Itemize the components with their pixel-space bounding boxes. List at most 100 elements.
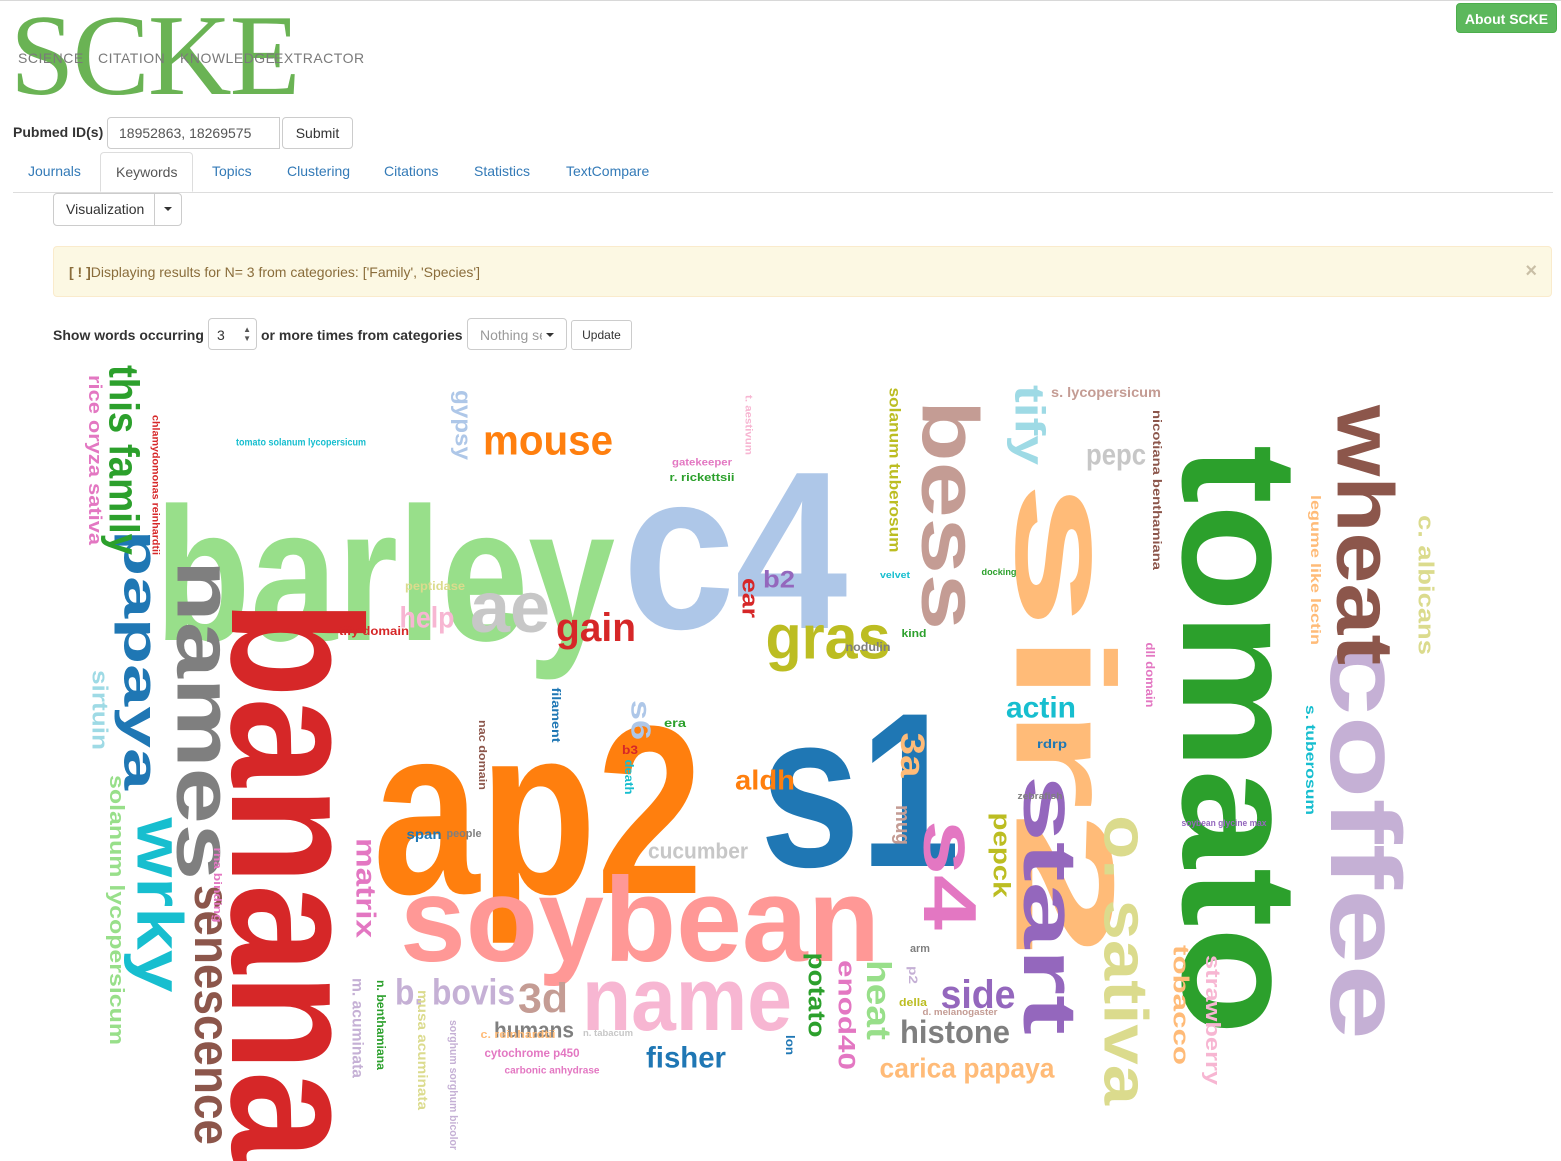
word-15: o. sativa [1091, 815, 1160, 1106]
word-61: t. aestivum [743, 395, 754, 455]
word-23: tify [1007, 385, 1054, 466]
tab-topics[interactable]: Topics [197, 152, 267, 190]
close-icon[interactable]: × [1525, 260, 1537, 283]
word-50: legume like lectin [1308, 495, 1324, 645]
chevron-down-icon [546, 333, 554, 337]
word-20: ae [470, 568, 550, 648]
logo-word-citation: CITATION [98, 50, 166, 66]
logo-word-science: SCIENCE [18, 50, 84, 66]
word-41: pepc [1086, 439, 1146, 472]
word-47: tobacco [1169, 945, 1194, 1065]
word-58: rice oryza sativa [85, 375, 105, 546]
word-70: nac domain [476, 720, 488, 790]
word-64: peptidase [405, 579, 465, 593]
update-button[interactable]: Update [571, 320, 632, 350]
pubmed-ids-input[interactable] [107, 117, 280, 149]
tab-textcompare[interactable]: TextCompare [551, 152, 664, 190]
main-tabs: Journals Keywords Topics Clustering Cita… [13, 152, 1553, 193]
word-76: n. benthamiana [374, 980, 388, 1070]
word-75: people [447, 828, 482, 840]
word-52: gypsy [451, 390, 476, 461]
logo-word-knowledge: KNOWLEDGE [180, 50, 276, 66]
word-94: d. melanogaster [923, 1007, 999, 1017]
occurrence-count-stepper[interactable]: 3 ▲ ▼ [208, 318, 257, 350]
word-71: era [664, 716, 686, 730]
tab-journals[interactable]: Journals [13, 152, 96, 190]
word-45: ear [738, 578, 763, 619]
word-87: p2 [906, 966, 920, 984]
chevron-down-icon[interactable] [154, 194, 181, 225]
word-55: nicotiana benthamiana [1150, 410, 1164, 570]
tab-keywords[interactable]: Keywords [100, 152, 194, 192]
word-78: musa acuminata [415, 990, 431, 1110]
word-62: gatekeeper [672, 458, 732, 469]
word-36: aldh [735, 765, 795, 796]
word-89: dll domain [1143, 643, 1157, 708]
tab-citations[interactable]: Citations [369, 152, 453, 190]
about-scke-button[interactable]: About SCKE [1456, 3, 1557, 33]
alert-message: Displaying results for N= 3 from categor… [90, 264, 480, 280]
word-46: mug [891, 805, 913, 845]
word-27: fisher [646, 1042, 726, 1075]
scke-logo: SCKE SCIENCE CITATION KNOWLEDGE EXTRACTO… [10, 0, 364, 114]
word-90: zebrafish [1018, 791, 1063, 801]
info-alert: [ ! ]Displaying results for N= 3 from ca… [53, 246, 1552, 297]
word-49: c. albicans [1414, 515, 1439, 655]
tab-statistics[interactable]: Statistics [459, 152, 545, 190]
category-select-placeholder: Nothing selected [480, 327, 542, 343]
word-32: cucumber [648, 839, 748, 864]
submit-button[interactable]: Submit [282, 117, 353, 149]
pubmed-ids-label: Pubmed ID(s) [13, 124, 104, 140]
filter-suffix-label: or more times from categories [261, 327, 463, 343]
word-40: enod40 [833, 960, 860, 1070]
word-28: histone [900, 1014, 1010, 1050]
word-80: rna binding [211, 848, 223, 923]
word-73: b3 [622, 743, 638, 757]
word-81: c. reinhardtii [481, 1029, 556, 1041]
word-44: s6 [626, 700, 657, 740]
word-66: nodulin [846, 640, 891, 654]
word-93: soybean glycine max [1182, 818, 1267, 828]
word-59: chlamydomonas reinhardtii [150, 415, 161, 555]
word-88: arm [910, 943, 930, 955]
visualization-dropdown[interactable]: Visualization [53, 193, 182, 226]
alert-message-row: [ ! ]Displaying results for N= 3 from ca… [69, 264, 480, 280]
word-85: lon [783, 1035, 797, 1055]
visualization-label: Visualization [66, 201, 145, 217]
word-19: this family [101, 365, 148, 556]
word-60: tomato solanum lycopersicum [236, 438, 366, 449]
word-12: start [1008, 775, 1092, 1035]
word-22: mouse [483, 417, 613, 464]
word-37: 3a [893, 733, 931, 779]
word-17: papaya [114, 530, 167, 790]
word-83: carbonic anhydrase [505, 1066, 600, 1077]
logo-word-extractor: EXTRACTOR [274, 50, 365, 66]
word-21: gras [766, 604, 891, 673]
word-92: docking [982, 567, 1017, 577]
category-select[interactable]: Nothing selected [467, 318, 567, 350]
word-84: n. tabacum [583, 1028, 633, 1038]
word-26: b. bovis [395, 972, 515, 1013]
keyword-word-cloud: ap2 s1 c4 barley banana soybean tomato sir2 coff… [0, 360, 1561, 1161]
word-30: carica papaya [880, 1053, 1055, 1084]
word-74: span [407, 826, 442, 842]
word-53: solanum tuberosum [886, 388, 903, 553]
word-31: actin [1006, 692, 1076, 725]
word-82: cytochrome p450 [485, 1046, 580, 1060]
tab-clustering[interactable]: Clustering [272, 152, 365, 190]
alert-bang: [ ! ] [69, 264, 91, 280]
filter-prefix-label: Show words occurring [53, 327, 204, 343]
word-8: coffee [1309, 640, 1421, 1040]
word-33: matrix [351, 838, 382, 939]
word-65: tify domain [339, 624, 409, 638]
occurrence-count-value: 3 [217, 327, 225, 343]
word-56: sirtuin [88, 670, 113, 750]
word-43: b2 [763, 567, 795, 594]
word-9: wheat [1321, 404, 1410, 665]
word-39: potato [803, 953, 830, 1038]
stepper-arrows-icon[interactable]: ▲ ▼ [243, 325, 251, 343]
word-11: bess [906, 400, 995, 630]
word-cloud-canvas: ap2 s1c4barleybanana soybean tomatosir2coff… [85, 365, 1439, 1161]
word-25: 3d [518, 975, 568, 1022]
word-79: sorghum sorghum bicolor [447, 1020, 459, 1151]
